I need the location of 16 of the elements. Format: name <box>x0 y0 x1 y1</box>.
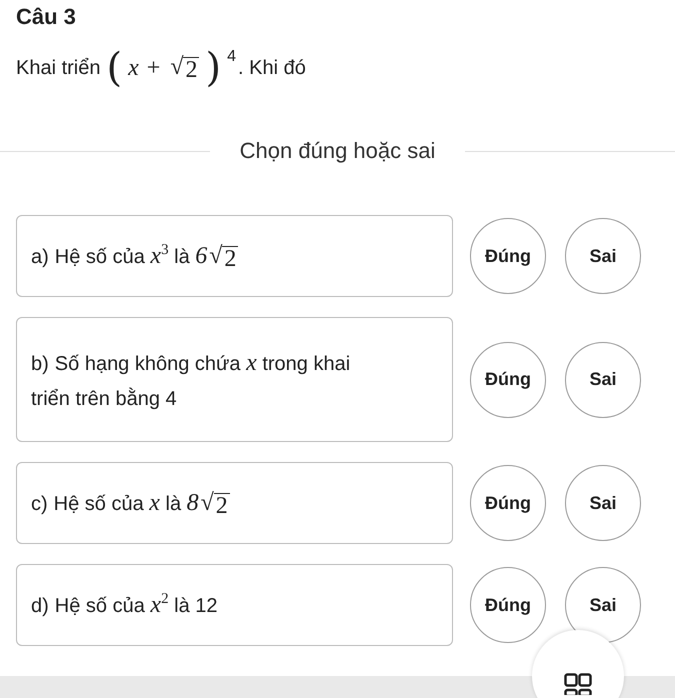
grid-icon <box>564 673 592 695</box>
answer-button[interactable]: Sai <box>565 218 641 294</box>
statement-text: c) Hệ số của x là 8√2 <box>31 488 230 521</box>
answer-button[interactable]: Sai <box>565 567 641 643</box>
answer-button[interactable]: Đúng <box>470 465 546 541</box>
question-title: Câu 3 <box>16 4 76 30</box>
answer-button[interactable]: Sai <box>565 342 641 418</box>
menu-button[interactable] <box>532 630 624 698</box>
answer-button[interactable]: Sai <box>565 465 641 541</box>
section-heading: Chọn đúng hoặc sai <box>240 138 436 164</box>
statement-text: d) Hệ số của x$^{2}$ là 12 <box>31 590 218 620</box>
statement-text: b) Số hạng không chứa x trong khai triển trên bằng 4 <box>31 349 352 412</box>
answer-button[interactable]: Đúng <box>470 218 546 294</box>
answer-button[interactable]: Đúng <box>470 342 546 418</box>
answer-button[interactable]: Đúng <box>470 567 546 643</box>
statement-text: a) Hệ số của x$^{3}$ là 6√2 <box>31 240 238 274</box>
